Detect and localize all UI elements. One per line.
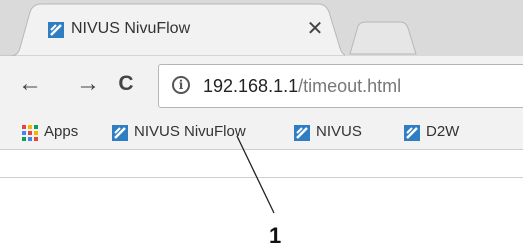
callout-leader-line — [236, 135, 275, 214]
callout-number: 1 — [269, 223, 282, 248]
